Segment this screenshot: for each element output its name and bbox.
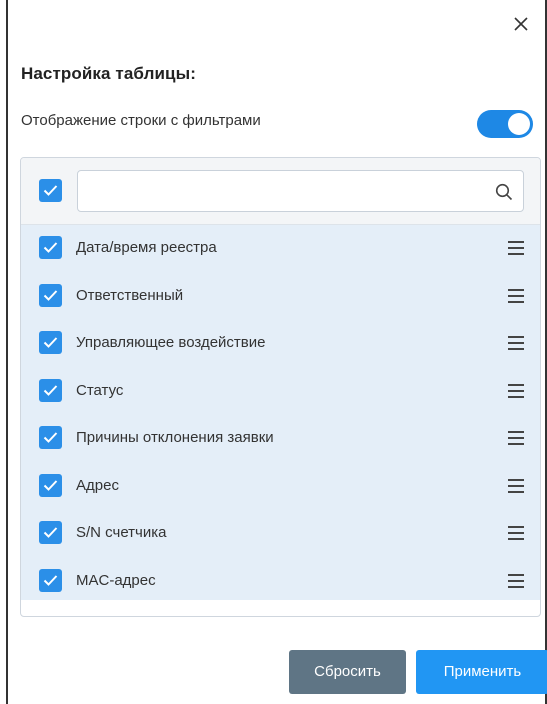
column-label: Статус (76, 381, 124, 399)
filter-row-setting: Отображение строки с фильтрами (21, 110, 533, 138)
column-checkbox[interactable] (39, 473, 62, 497)
column-checkbox[interactable] (39, 521, 62, 544)
list-item[interactable]: Причины отклонения заявки (21, 415, 540, 463)
check-icon (43, 242, 58, 253)
column-checkbox[interactable] (39, 568, 62, 592)
column-checkbox[interactable] (39, 331, 62, 354)
column-search-input[interactable] (86, 177, 480, 207)
list-item[interactable]: S/N счетчика (21, 510, 540, 558)
search-icon[interactable] (494, 182, 514, 202)
list-item[interactable]: MAC-адрес (21, 558, 540, 606)
drag-handle-icon[interactable] (508, 431, 524, 445)
column-label: Адрес (76, 476, 119, 494)
close-icon[interactable] (511, 14, 531, 34)
filter-row-toggle-label: Отображение строки с фильтрами (21, 112, 261, 129)
column-checkbox[interactable] (39, 426, 62, 449)
column-checkbox[interactable] (39, 378, 62, 402)
check-icon (43, 574, 58, 586)
column-label: Управляющее воздействие (76, 334, 266, 351)
list-item[interactable]: Дата/время реестра (21, 225, 540, 273)
drag-handle-icon[interactable] (508, 336, 524, 350)
filter-row-toggle[interactable] (477, 110, 533, 138)
apply-button[interactable]: Применить (416, 650, 547, 694)
column-search (77, 170, 524, 212)
dialog-title: Настройка таблицы: (21, 64, 196, 83)
columns-panel-header (21, 158, 540, 225)
check-icon (43, 337, 58, 348)
drag-handle-icon[interactable] (508, 573, 524, 588)
table-settings-dialog: Настройка таблицы: Отображение строки с … (6, 0, 547, 704)
column-label: Ответственный (76, 286, 184, 304)
column-label: MAC-адрес (76, 571, 156, 589)
column-label: Причины отклонения заявки (76, 429, 274, 446)
check-icon (43, 432, 58, 443)
column-label: S/N счетчика (76, 524, 167, 541)
drag-handle-icon[interactable] (508, 383, 524, 398)
drag-handle-icon[interactable] (508, 526, 524, 540)
check-icon (43, 527, 58, 538)
drag-handle-icon[interactable] (508, 478, 524, 493)
check-icon (43, 185, 58, 196)
toggle-knob (508, 113, 530, 135)
list-item[interactable]: Адрес (21, 463, 540, 511)
check-icon (43, 384, 58, 396)
drag-handle-icon[interactable] (508, 288, 524, 303)
reset-button[interactable]: Сбросить (289, 650, 406, 694)
drag-handle-icon[interactable] (508, 241, 524, 255)
check-icon (43, 289, 58, 301)
list-item[interactable]: Ответственный (21, 273, 540, 321)
column-label: Дата/время реестра (76, 239, 217, 256)
columns-panel: Дата/время реестра Ответственный Управля… (20, 157, 541, 617)
column-list: Дата/время реестра Ответственный Управля… (21, 225, 540, 600)
column-checkbox[interactable] (39, 283, 62, 307)
list-item[interactable]: Управляющее воздействие (21, 320, 540, 368)
column-checkbox[interactable] (39, 236, 62, 259)
select-all-checkbox[interactable] (39, 179, 62, 202)
check-icon (43, 479, 58, 491)
list-item[interactable]: Статус (21, 368, 540, 416)
